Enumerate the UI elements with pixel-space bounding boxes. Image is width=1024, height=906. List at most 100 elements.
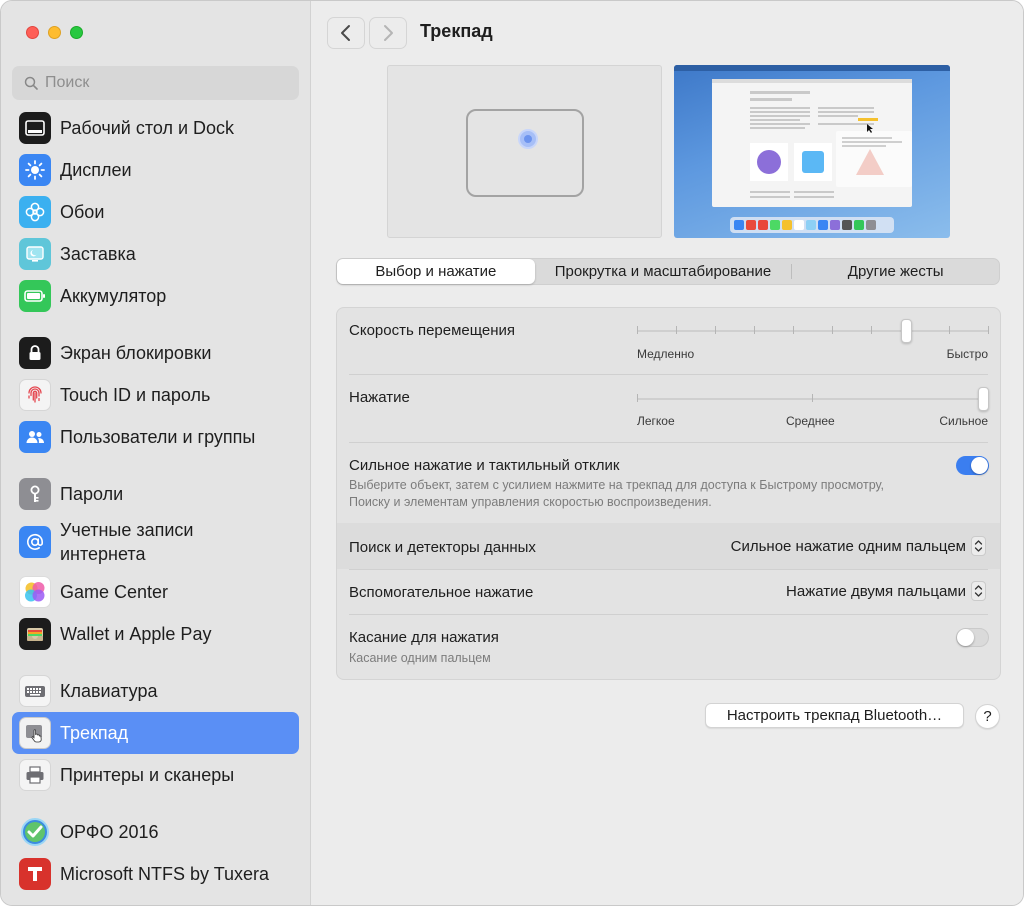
tap-to-click-toggle[interactable] <box>956 628 989 647</box>
window-controls <box>26 26 83 39</box>
slider-tick <box>754 326 755 334</box>
sidebar-item-label: Рабочий стол и Dock <box>60 118 235 138</box>
slider-tick <box>793 326 794 334</box>
tab-label: Выбор и нажатие <box>375 263 497 280</box>
game-center-icon <box>19 576 51 608</box>
sidebar-item-game-center[interactable]: Game Center <box>12 571 299 613</box>
screensaver-icon <box>19 238 51 270</box>
toggle-thumb <box>957 629 974 646</box>
slider-tick <box>637 394 638 402</box>
slider-min-label: Медленно <box>637 347 695 361</box>
sidebar-item-label: Принтеры и сканеры <box>60 765 235 785</box>
search-icon <box>24 76 38 90</box>
trackpad-illustration <box>466 109 584 197</box>
sidebar-item-orfo[interactable]: ОРФО 2016 <box>12 811 299 853</box>
lookup-popup[interactable]: Сильное нажатие одним пальцем <box>731 536 986 556</box>
updown-chevron-icon <box>971 581 986 601</box>
slider-tick <box>871 326 872 334</box>
sidebar-item-internet-accounts[interactable]: Учетные записи интернета <box>12 515 299 569</box>
zoom-button[interactable] <box>70 26 83 39</box>
divider <box>349 442 988 443</box>
key-icon <box>19 478 51 510</box>
help-button[interactable]: ? <box>975 704 1000 729</box>
tab-label: Другие жесты <box>847 263 944 280</box>
desktop-dock-icon <box>19 112 51 144</box>
sidebar-item-screensaver[interactable]: Заставка <box>12 233 299 275</box>
settings-group: Скорость перемещения Медленно Быстро Наж… <box>336 307 1001 680</box>
updown-chevron-icon <box>971 536 986 556</box>
sidebar-item-wallpaper[interactable]: Обои <box>12 191 299 233</box>
sidebar-item-lock-screen[interactable]: Экран блокировки <box>12 332 299 374</box>
sidebar-item-label: Учетные записи интернета <box>60 520 194 564</box>
minimize-button[interactable] <box>48 26 61 39</box>
sidebar: Поиск Рабочий стол и Dock Дисплеи Обои З… <box>1 1 311 905</box>
chevron-right-icon <box>384 25 393 41</box>
setup-bluetooth-trackpad-button[interactable]: Настроить трекпад Bluetooth… <box>705 703 964 728</box>
force-click-toggle[interactable] <box>956 456 989 475</box>
back-button[interactable] <box>327 17 365 49</box>
divider <box>349 569 988 570</box>
wallpaper-icon <box>19 196 51 228</box>
search-input[interactable]: Поиск <box>12 66 299 100</box>
divider <box>349 614 988 615</box>
sidebar-item-wallet[interactable]: Wallet и Apple Pay <box>12 613 299 655</box>
sidebar-item-touch-id[interactable]: Touch ID и пароль <box>12 374 299 416</box>
sidebar-item-users[interactable]: Пользователи и группы <box>12 416 299 458</box>
sidebar-item-label: Touch ID и пароль <box>60 385 211 405</box>
sidebar-item-label: Wallet и Apple Pay <box>60 624 212 644</box>
slider-tick <box>637 326 638 334</box>
sidebar-item-printers[interactable]: Принтеры и сканеры <box>12 754 299 796</box>
sidebar-item-tuxera[interactable]: Microsoft NTFS by Tuxera <box>12 853 299 895</box>
battery-icon <box>19 280 51 312</box>
slider-tick <box>832 326 833 334</box>
orfo-icon <box>19 816 51 848</box>
gesture-preview <box>387 65 662 238</box>
users-icon <box>19 421 51 453</box>
sidebar-item-battery[interactable]: Аккумулятор <box>12 275 299 317</box>
sidebar-item-desktop-dock[interactable]: Рабочий стол и Dock <box>12 107 299 149</box>
slider-light-label: Легкое <box>637 414 675 428</box>
slider-medium-label: Среднее <box>786 414 835 428</box>
tab-point-click[interactable]: Выбор и нажатие <box>337 259 535 284</box>
slider-max-label: Быстро <box>946 347 988 361</box>
sidebar-item-label: Обои <box>60 202 105 222</box>
slider-tick <box>676 326 677 334</box>
settings-window: Поиск Рабочий стол и Dock Дисплеи Обои З… <box>0 0 1024 906</box>
sidebar-item-label: Аккумулятор <box>60 286 167 306</box>
sidebar-item-label: Заставка <box>60 244 136 264</box>
printer-icon <box>19 759 51 791</box>
slider-knob[interactable] <box>901 319 912 343</box>
slider-knob[interactable] <box>978 387 989 411</box>
force-click-description: Выберите объект, затем с усилием нажмите… <box>349 478 884 509</box>
gesture-video-preview <box>674 65 950 238</box>
sidebar-item-label: Трекпад <box>60 723 129 743</box>
fingerprint-icon <box>19 379 51 411</box>
keyboard-icon <box>19 675 51 707</box>
at-icon <box>19 526 51 558</box>
tuxera-icon <box>19 858 51 890</box>
sidebar-item-keyboard[interactable]: Клавиатура <box>12 670 299 712</box>
sidebar-item-displays[interactable]: Дисплеи <box>12 149 299 191</box>
search-placeholder: Поиск <box>45 74 90 91</box>
lookup-label: Поиск и детекторы данных <box>349 539 536 556</box>
secondary-click-value: Нажатие двумя пальцами <box>786 582 966 600</box>
close-button[interactable] <box>26 26 39 39</box>
chevron-left-icon <box>341 25 350 41</box>
secondary-click-popup[interactable]: Нажатие двумя пальцами <box>786 581 986 601</box>
tab-more-gestures[interactable]: Другие жесты <box>792 259 999 284</box>
slider-firm-label: Сильное <box>939 414 988 428</box>
sidebar-item-label: Пароли <box>60 484 124 504</box>
slider-tick <box>715 326 716 334</box>
forward-button[interactable] <box>369 17 407 49</box>
divider <box>349 374 988 375</box>
sidebar-item-passwords[interactable]: Пароли <box>12 473 299 515</box>
sidebar-item-label: Дисплеи <box>60 160 132 180</box>
tap-to-click-label: Касание для нажатия <box>349 629 499 646</box>
sidebar-item-label: ОРФО 2016 <box>60 822 159 842</box>
tab-label: Прокрутка и масштабирование <box>554 263 772 280</box>
sidebar-item-trackpad[interactable]: Трекпад <box>12 712 299 754</box>
tab-scroll-zoom[interactable]: Прокрутка и масштабирование <box>535 259 792 284</box>
lookup-value: Сильное нажатие одним пальцем <box>730 537 966 555</box>
slider-tick <box>988 326 989 334</box>
wallet-icon <box>19 618 51 650</box>
